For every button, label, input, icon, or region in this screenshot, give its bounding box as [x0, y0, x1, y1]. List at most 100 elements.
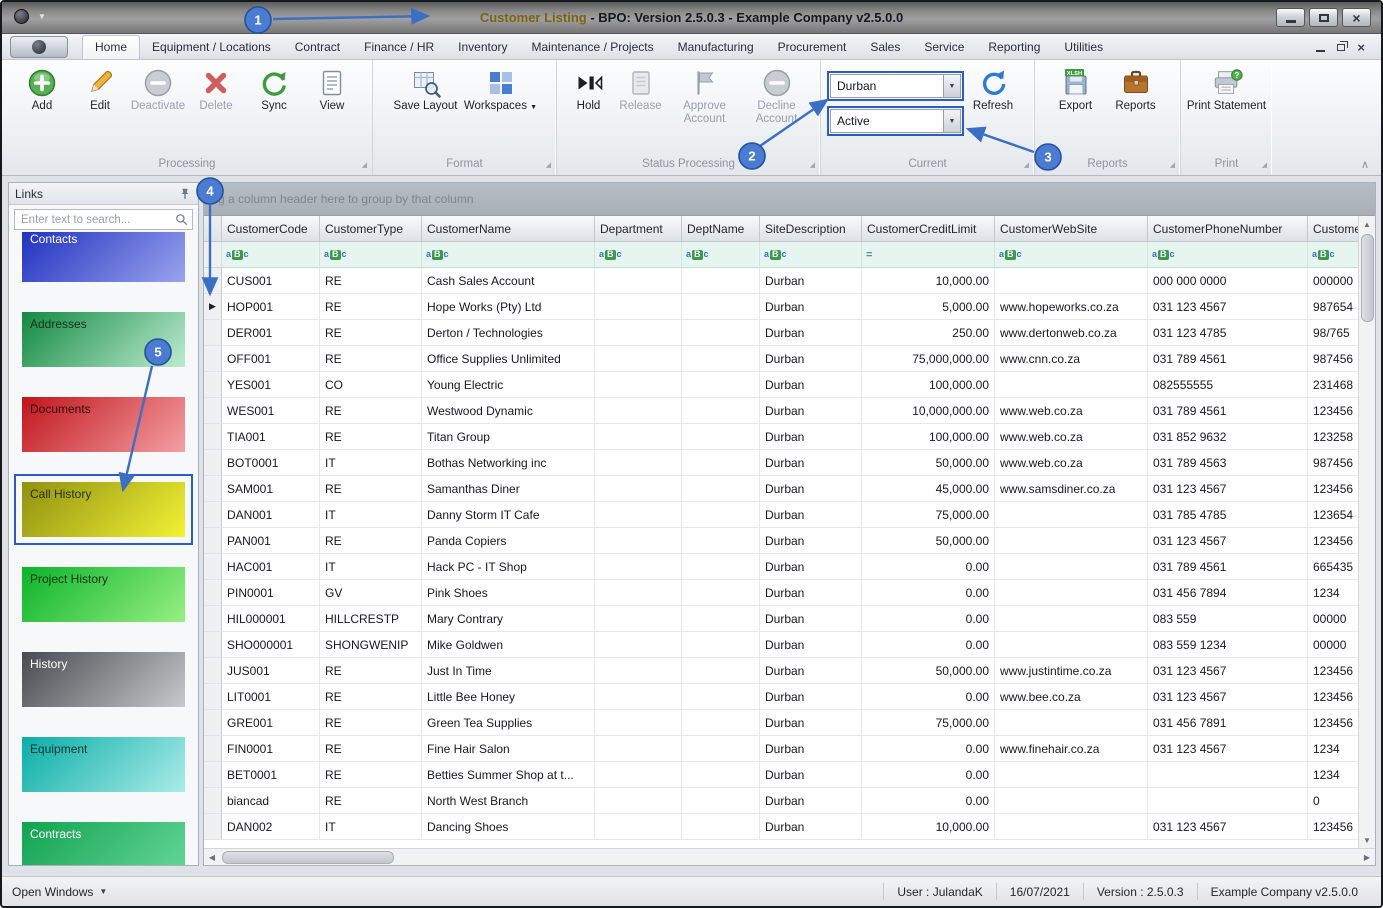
- tab-sales[interactable]: Sales: [858, 36, 912, 59]
- table-row[interactable]: HIL000001HILLCRESTPMary ContraryDurban0.…: [204, 606, 1358, 632]
- column-header-customerphonenumber[interactable]: CustomerPhoneNumber: [1148, 216, 1308, 242]
- collapse-ribbon-icon[interactable]: ∧: [1361, 158, 1369, 171]
- filter-cell-customercreditlimit[interactable]: =: [862, 242, 995, 268]
- tab-home[interactable]: Home: [82, 35, 140, 59]
- sidebar-item-project-history[interactable]: Project History: [22, 567, 185, 622]
- application-button[interactable]: [10, 36, 68, 58]
- tab-inventory[interactable]: Inventory: [446, 36, 519, 59]
- view-button[interactable]: View: [303, 63, 361, 113]
- scroll-left-icon[interactable]: ◀: [204, 849, 220, 865]
- filter-cell-customercode[interactable]: aBc: [222, 242, 320, 268]
- add-button[interactable]: Add: [13, 63, 71, 113]
- maximize-button[interactable]: [1309, 8, 1338, 27]
- hold-button[interactable]: Hold: [565, 63, 613, 113]
- table-row[interactable]: ▶HOP001REHope Works (Pty) LtdDurban5,000…: [204, 294, 1358, 320]
- table-row[interactable]: GRE001REGreen Tea SuppliesDurban75,000.0…: [204, 710, 1358, 736]
- column-header-deptname[interactable]: DeptName: [682, 216, 760, 242]
- tab-utilities[interactable]: Utilities: [1052, 36, 1115, 59]
- dialog-launcher-icon[interactable]: ◢: [362, 162, 367, 169]
- reports-button[interactable]: Reports: [1104, 63, 1168, 113]
- dialog-launcher-icon[interactable]: ◢: [1262, 162, 1267, 169]
- tab-finance-hr[interactable]: Finance / HR: [352, 36, 446, 59]
- table-row[interactable]: PIN0001GVPink ShoesDurban0.00031 456 789…: [204, 580, 1358, 606]
- tab-contract[interactable]: Contract: [283, 36, 352, 59]
- mdi-close-button[interactable]: ×: [1357, 41, 1365, 54]
- column-header-department[interactable]: Department: [595, 216, 682, 242]
- table-row[interactable]: DAN001ITDanny Storm IT CafeDurban75,000.…: [204, 502, 1358, 528]
- sidebar-item-documents[interactable]: Documents: [22, 397, 185, 452]
- sidebar-item-call-history[interactable]: Call History: [22, 482, 185, 537]
- tab-manufacturing[interactable]: Manufacturing: [666, 36, 766, 59]
- column-header-customercode[interactable]: CustomerCode: [222, 216, 320, 242]
- sidebar-item-contacts[interactable]: Contacts: [22, 232, 185, 282]
- print-statement-button[interactable]: ?Print Statement: [1186, 63, 1268, 113]
- horizontal-scrollbar[interactable]: ◀ ▶: [204, 848, 1375, 865]
- close-button[interactable]: ×: [1342, 8, 1371, 27]
- filter-cell-customertype[interactable]: aBc: [320, 242, 422, 268]
- export-button[interactable]: XLSHExport: [1048, 63, 1104, 113]
- tab-procurement[interactable]: Procurement: [766, 36, 859, 59]
- table-row[interactable]: SHO000001SHONGWENIPMike GoldwenDurban0.0…: [204, 632, 1358, 658]
- column-header-sitedescription[interactable]: SiteDescription: [760, 216, 862, 242]
- vertical-scroll-thumb[interactable]: [1361, 234, 1374, 322]
- save-layout-button[interactable]: Save Layout: [390, 63, 462, 113]
- site-filter-combo[interactable]: Durban ▼: [830, 74, 961, 98]
- filter-cell-customername[interactable]: aBc: [422, 242, 595, 268]
- table-row[interactable]: TIA001RETitan GroupDurban100,000.00www.w…: [204, 424, 1358, 450]
- filter-cell-customerwebsite[interactable]: aBc: [995, 242, 1148, 268]
- status-filter-combo[interactable]: Active ▼: [830, 109, 961, 133]
- table-row[interactable]: YES001COYoung ElectricDurban100,000.0008…: [204, 372, 1358, 398]
- table-row[interactable]: WES001REWestwood DynamicDurban10,000,000…: [204, 398, 1358, 424]
- column-header-customertype[interactable]: CustomerType: [320, 216, 422, 242]
- horizontal-scroll-thumb[interactable]: [222, 851, 394, 864]
- table-row[interactable]: FIN0001REFine Hair SalonDurban0.00www.fi…: [204, 736, 1358, 762]
- filter-cell-sitedescription[interactable]: aBc: [760, 242, 862, 268]
- column-header-customerwebsite[interactable]: CustomerWebSite: [995, 216, 1148, 242]
- table-row[interactable]: SAM001RESamanthas DinerDurban45,000.00ww…: [204, 476, 1358, 502]
- search-input[interactable]: [19, 213, 175, 227]
- chevron-down-icon[interactable]: ▼: [943, 75, 960, 97]
- table-row[interactable]: biancadRENorth West BranchDurban0.000: [204, 788, 1358, 814]
- scroll-right-icon[interactable]: ▶: [1359, 849, 1375, 865]
- mdi-minimize-button[interactable]: [1316, 44, 1325, 52]
- pin-icon[interactable]: [178, 187, 192, 201]
- tab-maintenance-projects[interactable]: Maintenance / Projects: [520, 36, 666, 59]
- sidebar-item-equipment[interactable]: Equipment: [22, 737, 185, 792]
- search-icon[interactable]: [175, 213, 188, 226]
- table-row[interactable]: DER001REDerton / TechnologiesDurban250.0…: [204, 320, 1358, 346]
- workspaces-button[interactable]: Workspaces ▼: [462, 63, 540, 113]
- scroll-up-icon[interactable]: ▲: [1359, 216, 1375, 232]
- mdi-restore-button[interactable]: [1337, 44, 1345, 51]
- minimize-button[interactable]: [1276, 8, 1305, 27]
- table-row[interactable]: PAN001REPanda CopiersDurban50,000.00031 …: [204, 528, 1358, 554]
- table-row[interactable]: JUS001REJust In TimeDurban50,000.00www.j…: [204, 658, 1358, 684]
- vertical-scrollbar[interactable]: ▲ ▼: [1358, 216, 1375, 848]
- table-row[interactable]: LIT0001RELittle Bee HoneyDurban0.00www.b…: [204, 684, 1358, 710]
- table-row[interactable]: HAC001ITHack PC - IT ShopDurban0.00031 7…: [204, 554, 1358, 580]
- tab-service[interactable]: Service: [912, 36, 976, 59]
- table-row[interactable]: BOT0001ITBothas Networking incDurban50,0…: [204, 450, 1358, 476]
- filter-cell-department[interactable]: aBc: [595, 242, 682, 268]
- dialog-launcher-icon[interactable]: ◢: [1170, 162, 1175, 169]
- tab-equipment-locations[interactable]: Equipment / Locations: [140, 36, 283, 59]
- titlebar[interactable]: ▼ Customer Listing - BPO: Version 2.5.0.…: [2, 2, 1381, 34]
- sidebar-item-contracts[interactable]: Contracts: [22, 822, 185, 865]
- dialog-launcher-icon[interactable]: ◢: [1024, 162, 1029, 169]
- sync-button[interactable]: Sync: [245, 63, 303, 113]
- scroll-down-icon[interactable]: ▼: [1359, 832, 1375, 848]
- sidebar-item-addresses[interactable]: Addresses: [22, 312, 185, 367]
- column-header-customercreditlimit[interactable]: CustomerCreditLimit: [862, 216, 995, 242]
- refresh-button[interactable]: Refresh: [964, 63, 1022, 113]
- table-row[interactable]: BET0001REBetties Summer Shop at t...Durb…: [204, 762, 1358, 788]
- tab-reporting[interactable]: Reporting: [976, 36, 1052, 59]
- filter-cell-customerphonenumber[interactable]: aBc: [1148, 242, 1308, 268]
- open-windows-button[interactable]: Open Windows ▼: [12, 885, 107, 899]
- dialog-launcher-icon[interactable]: ◢: [546, 162, 551, 169]
- dialog-launcher-icon[interactable]: ◢: [810, 162, 815, 169]
- table-row[interactable]: CUS001RECash Sales AccountDurban10,000.0…: [204, 268, 1358, 294]
- filter-cell-deptname[interactable]: aBc: [682, 242, 760, 268]
- column-header-customername[interactable]: CustomerName: [422, 216, 595, 242]
- column-header-customerv[interactable]: CustomerV: [1308, 216, 1358, 242]
- filter-cell-customerv[interactable]: aBc: [1308, 242, 1358, 268]
- chevron-down-icon[interactable]: ▼: [943, 110, 960, 132]
